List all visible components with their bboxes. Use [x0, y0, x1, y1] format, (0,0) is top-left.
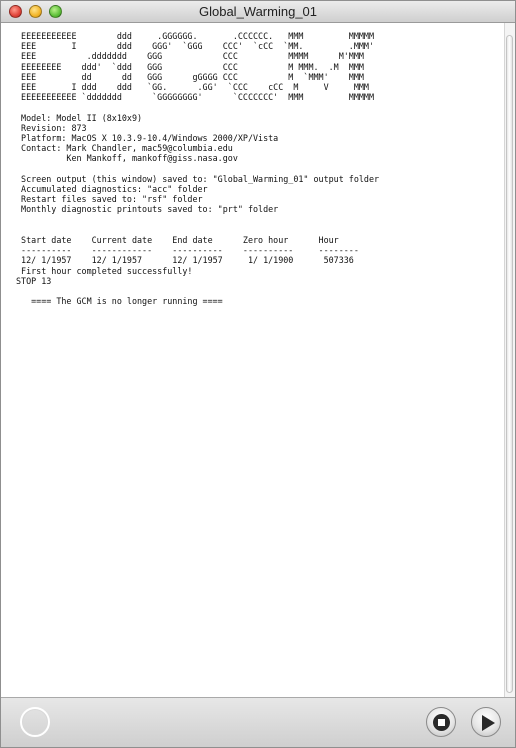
- revision-line: Revision: 873: [16, 122, 87, 133]
- window-title: Global_Warming_01: [198, 4, 318, 19]
- play-icon: [482, 715, 495, 731]
- stop-icon: [432, 713, 450, 731]
- edgcm-banner-line: EEE dd dd GGG gGGGG CCC M `MMM' MMM: [16, 71, 364, 82]
- app-window: Global_Warming_01 EEEEEEEEEEE ddd .GGGGG…: [0, 0, 516, 748]
- contact-line: Ken Mankoff, mankoff@giss.nasa.gov: [16, 153, 238, 164]
- edgcm-banner-line: EEEEEEEE ddd' `ddd GGG CCC M MMM. .M MMM: [16, 61, 364, 72]
- edgcm-banner-line: EEE I ddd GGG' `GGG CCC' `cCC `MM. .MMM': [16, 41, 374, 52]
- model-line: Model: Model II (8x10x9): [16, 112, 143, 123]
- title-bar[interactable]: Global_Warming_01: [1, 1, 515, 23]
- gcm-status-line: ==== The GCM is no longer running ====: [16, 296, 223, 307]
- console-output: EEEEEEEEEEE ddd .GGGGGG. .CCCCCC. MMM MM…: [1, 23, 506, 306]
- stop-button[interactable]: [426, 707, 456, 737]
- first-hour-line: First hour completed successfully!: [16, 265, 193, 276]
- edgcm-banner-line: EEE I ddd ddd `GG. .GG' `CCC cCC M V MMM: [16, 82, 369, 93]
- prt-folder-line: Monthly diagnostic printouts saved to: "…: [16, 204, 279, 215]
- edgcm-banner-line: EEEEEEEEEEE ddd .GGGGGG. .CCCCCC. MMM MM…: [16, 31, 374, 41]
- edgcm-banner-line: EEE .ddddddd GGG CCC MMMM M'MMM: [16, 51, 364, 62]
- platform-line: Platform: MacOS X 10.3.9-10.4/Windows 20…: [16, 133, 279, 144]
- table-row: 12/ 1/1957 12/ 1/1957 12/ 1/1957 1/ 1/19…: [16, 255, 354, 266]
- stop-line: STOP 13: [16, 275, 52, 286]
- table-header: Start date Current date End date Zero ho…: [16, 235, 339, 246]
- rsf-folder-line: Restart files saved to: "rsf" folder: [16, 194, 203, 205]
- run-button[interactable]: [471, 707, 501, 737]
- scroll-thumb[interactable]: [506, 35, 513, 693]
- output-folder-line: Screen output (this window) saved to: "G…: [16, 173, 380, 184]
- vertical-scrollbar[interactable]: [504, 23, 515, 699]
- progress-spinner-icon: [20, 707, 50, 737]
- contact-line: Contact: Mark Chandler, mac59@columbia.e…: [16, 143, 233, 154]
- control-bar: [1, 697, 515, 747]
- console-output-area[interactable]: EEEEEEEEEEE ddd .GGGGGG. .CCCCCC. MMM MM…: [1, 23, 506, 699]
- edgcm-banner-line: EEEEEEEEEEE `ddddddd `GGGGGGGG' `CCCCCCC…: [16, 92, 374, 103]
- acc-folder-line: Accumulated diagnostics: "acc" folder: [16, 184, 208, 195]
- table-rule: ---------- ------------ ---------- -----…: [16, 245, 359, 256]
